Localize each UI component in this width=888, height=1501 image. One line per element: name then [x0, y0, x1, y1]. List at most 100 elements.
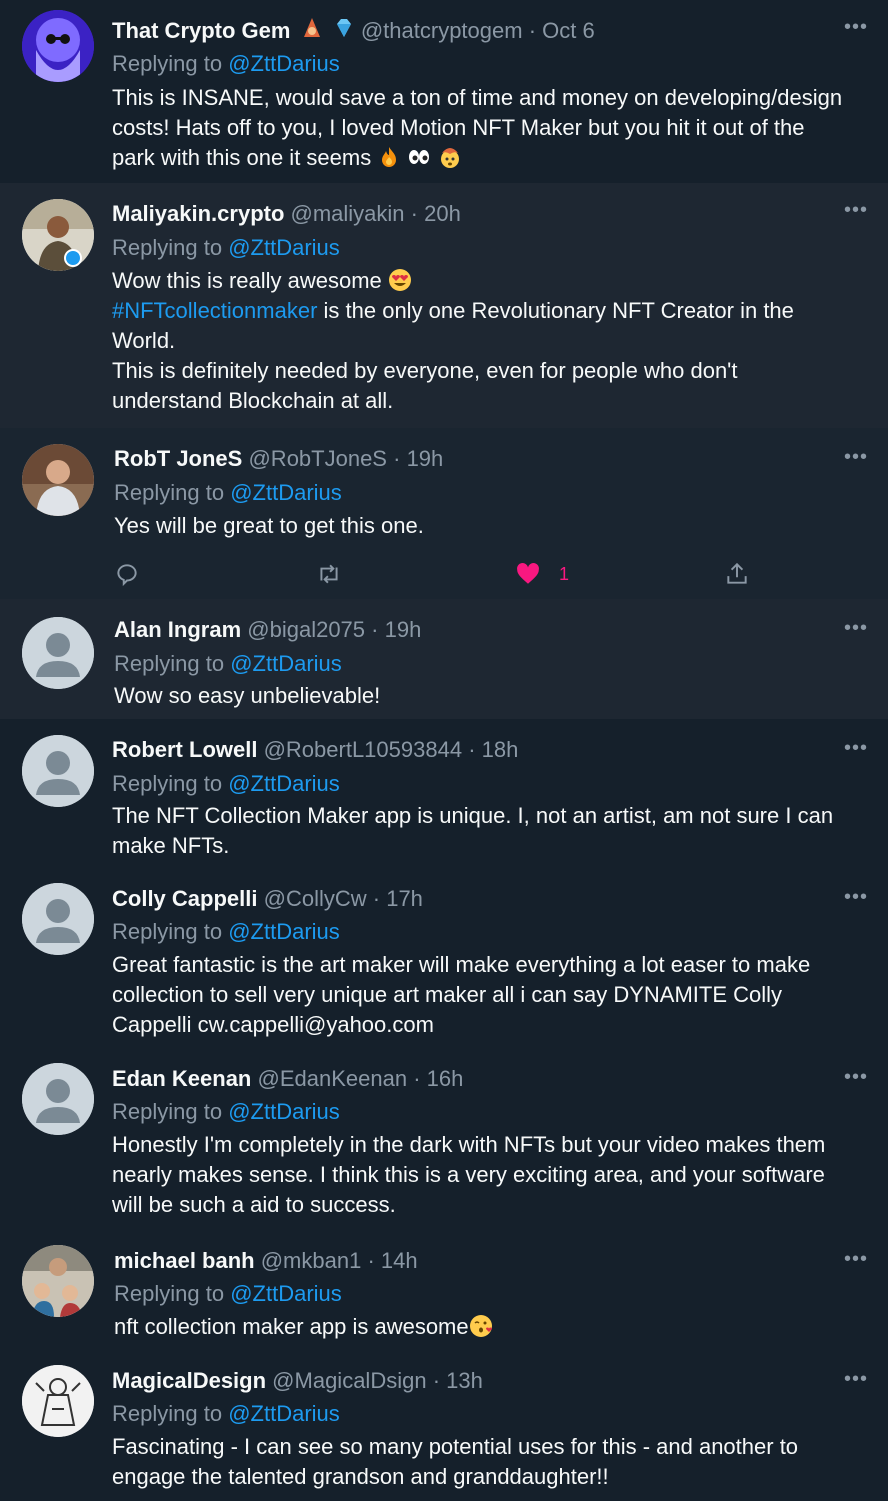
- display-name[interactable]: Maliyakin.crypto: [112, 201, 284, 226]
- tweet-alaningram[interactable]: Alan Ingram @bigal2075 · 19h ••• Replyin…: [0, 599, 888, 719]
- separator-dot: ·: [410, 201, 418, 226]
- user-handle[interactable]: @EdanKeenan: [258, 1066, 408, 1091]
- mention-link[interactable]: @ZttDarius: [228, 51, 340, 76]
- tweet-text-line: collection to sell very unique art maker…: [112, 982, 783, 1007]
- tweet-text: nft collection maker app is awesome: [114, 1312, 864, 1342]
- timestamp[interactable]: Oct 6: [542, 18, 595, 43]
- kissing-heart-emoji-icon: [469, 1314, 493, 1338]
- display-name[interactable]: RobT JoneS: [114, 446, 242, 471]
- tweet-text-line: Honestly I'm completely in the dark with…: [112, 1132, 826, 1157]
- mention-link[interactable]: @ZttDarius: [228, 919, 340, 944]
- more-options-icon[interactable]: •••: [844, 1067, 868, 1094]
- wizard-emoji-icon: [301, 17, 323, 47]
- tweet-robertlowell[interactable]: Robert Lowell @RobertL10593844 · 18h •••…: [0, 719, 888, 869]
- mention-link[interactable]: @ZttDarius: [230, 651, 342, 676]
- timestamp[interactable]: 14h: [381, 1248, 418, 1273]
- mention-link[interactable]: @ZttDarius: [228, 1099, 340, 1124]
- user-handle[interactable]: @RobTJoneS: [248, 446, 387, 471]
- heart-eyes-emoji-icon: [388, 268, 412, 292]
- display-name[interactable]: Edan Keenan: [112, 1066, 251, 1091]
- more-options-icon[interactable]: •••: [844, 447, 868, 474]
- timestamp[interactable]: 17h: [386, 886, 423, 911]
- replying-to: Replying to @ZttDarius: [112, 769, 340, 799]
- display-name[interactable]: Colly Cappelli: [112, 886, 257, 911]
- timestamp[interactable]: 20h: [424, 201, 461, 226]
- avatar[interactable]: [22, 735, 94, 807]
- tweet-text: This is INSANE, would save a ton of time…: [112, 83, 864, 173]
- display-name[interactable]: Robert Lowell: [112, 737, 257, 762]
- display-name[interactable]: Alan Ingram: [114, 617, 241, 642]
- timestamp[interactable]: 18h: [482, 737, 519, 762]
- replying-label: Replying to: [112, 51, 223, 76]
- tweet-text: Yes will be great to get this one.: [114, 511, 864, 541]
- user-handle[interactable]: @CollyCw: [264, 886, 367, 911]
- reply-button[interactable]: [114, 558, 140, 590]
- more-options-icon[interactable]: •••: [844, 200, 868, 227]
- avatar[interactable]: [22, 1063, 94, 1135]
- replying-to: Replying to @ZttDarius: [114, 478, 342, 508]
- more-options-icon[interactable]: •••: [844, 738, 868, 765]
- user-handle[interactable]: @bigal2075: [247, 617, 365, 642]
- user-handle[interactable]: @RobertL10593844: [264, 737, 462, 762]
- tweet-robtjones[interactable]: RobT JoneS @RobTJoneS · 19h ••• Replying…: [0, 428, 888, 599]
- display-name[interactable]: MagicalDesign: [112, 1368, 266, 1393]
- tweet-text-segment: is the only one Revolutionary NFT Creato…: [317, 298, 794, 323]
- eyes-emoji-icon: [407, 145, 431, 169]
- avatar[interactable]: [22, 617, 94, 689]
- more-options-icon[interactable]: •••: [844, 17, 868, 44]
- tweet-edankeenan[interactable]: Edan Keenan @EdanKeenan · 16h ••• Replyi…: [0, 1049, 888, 1231]
- mention-link[interactable]: @ZttDarius: [230, 480, 342, 505]
- replying-label: Replying to: [114, 651, 225, 676]
- tweet-text: Great fantastic is the art maker will ma…: [112, 950, 864, 1040]
- avatar[interactable]: [22, 444, 94, 516]
- avatar[interactable]: [22, 199, 94, 271]
- tweet-michaelbanh[interactable]: michael banh @mkban1 · 14h ••• Replying …: [0, 1231, 888, 1351]
- retweet-button[interactable]: [316, 558, 342, 590]
- avatar[interactable]: [22, 883, 94, 955]
- tweet-text-line: make NFTs.: [112, 833, 230, 858]
- replying-to: Replying to @ZttDarius: [112, 917, 340, 947]
- like-button[interactable]: 1: [515, 558, 569, 590]
- avatar[interactable]: [22, 10, 94, 82]
- tweet-text-line: park with this one it seems: [112, 143, 864, 173]
- tweet-maliyakin[interactable]: Maliyakin.crypto @maliyakin · 20h ••• Re…: [0, 183, 888, 428]
- more-options-icon[interactable]: •••: [844, 1249, 868, 1276]
- heart-filled-icon: [517, 563, 539, 584]
- timestamp[interactable]: 19h: [407, 446, 444, 471]
- hashtag-link[interactable]: #NFTcollectionmaker: [112, 298, 317, 323]
- separator-dot: ·: [432, 1368, 441, 1393]
- timestamp[interactable]: 16h: [427, 1066, 464, 1091]
- user-handle[interactable]: @MagicalDsign: [272, 1368, 426, 1393]
- separator-dot: ·: [367, 1248, 375, 1273]
- user-handle[interactable]: @mkban1: [261, 1248, 362, 1273]
- share-button[interactable]: [724, 558, 750, 590]
- tweet-thatcryptogem[interactable]: That Crypto Gem @thatcryptogem · Oct 6 •…: [0, 0, 888, 183]
- avatar[interactable]: [22, 1365, 94, 1437]
- mention-link[interactable]: @ZttDarius: [228, 771, 340, 796]
- tweet-collycappelli[interactable]: Colly Cappelli @CollyCw · 17h ••• Replyi…: [0, 869, 888, 1049]
- replying-label: Replying to: [112, 771, 223, 796]
- timestamp[interactable]: 19h: [385, 617, 422, 642]
- avatar[interactable]: [22, 1245, 94, 1317]
- retweet-icon: [320, 564, 338, 584]
- gem-emoji-icon: [333, 17, 355, 47]
- more-options-icon[interactable]: •••: [844, 887, 868, 914]
- tweet-text-segment: nft collection maker app is awesome: [114, 1314, 469, 1339]
- tweet-text-line: Fascinating - I can see so many potentia…: [112, 1434, 799, 1459]
- mention-link[interactable]: @ZttDarius: [230, 1281, 342, 1306]
- display-name[interactable]: michael banh: [114, 1248, 255, 1273]
- separator-dot: ·: [528, 18, 537, 43]
- user-handle[interactable]: @thatcryptogem: [361, 18, 523, 43]
- mention-link[interactable]: @ZttDarius: [228, 1401, 340, 1426]
- tweet-magicaldesign[interactable]: MagicalDesign @MagicalDsign · 13h ••• Re…: [0, 1351, 888, 1501]
- mention-link[interactable]: @ZttDarius: [228, 235, 340, 260]
- timestamp[interactable]: 13h: [446, 1368, 483, 1393]
- replying-label: Replying to: [114, 1281, 225, 1306]
- more-options-icon[interactable]: •••: [844, 1369, 868, 1396]
- separator-dot: ·: [372, 886, 381, 911]
- display-name[interactable]: That Crypto Gem: [112, 18, 290, 43]
- user-handle[interactable]: @maliyakin: [291, 201, 405, 226]
- replying-to: Replying to @ZttDarius: [112, 233, 340, 263]
- more-options-icon[interactable]: •••: [844, 618, 868, 645]
- tweet-text-line: Great fantastic is the art maker will ma…: [112, 952, 811, 977]
